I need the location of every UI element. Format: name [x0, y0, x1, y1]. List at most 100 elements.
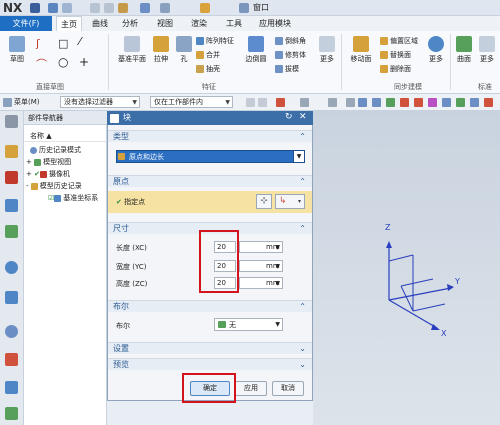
- snap-icon[interactable]: [428, 98, 437, 107]
- rectangle-icon[interactable]: □: [58, 37, 68, 50]
- file-menu[interactable]: 文件(F): [0, 16, 52, 31]
- nav-item-history-mode[interactable]: 历史记录模式: [30, 145, 81, 155]
- tab-render[interactable]: 渲染: [186, 16, 212, 31]
- tab-view[interactable]: 视图: [152, 16, 178, 31]
- offset-region-button[interactable]: 偏置区域: [380, 36, 418, 46]
- section-type[interactable]: 类型 ⌃: [108, 130, 312, 142]
- width-unit-select[interactable]: mm ▼: [239, 260, 283, 272]
- tab-app-modules[interactable]: 应用模块: [255, 16, 295, 31]
- redo-icon[interactable]: [62, 3, 72, 13]
- replace-face-button[interactable]: 替换面: [380, 50, 411, 60]
- snap-icon[interactable]: [470, 98, 479, 107]
- snap-icon[interactable]: [386, 98, 395, 107]
- nav-item-datum-csys[interactable]: ☑ 基准坐标系: [48, 193, 98, 203]
- snap-icon[interactable]: [258, 98, 267, 107]
- extrude-button[interactable]: 拉伸: [150, 36, 172, 64]
- point-dialog-button[interactable]: ⊹: [256, 194, 272, 209]
- surface-button[interactable]: 曲面: [454, 36, 474, 64]
- point-icon[interactable]: +: [79, 55, 89, 69]
- scope-select[interactable]: 仅在工作部件内 ▼: [150, 96, 233, 108]
- edge-blend-button[interactable]: 边倒圆: [244, 36, 268, 64]
- save-icon[interactable]: [30, 3, 40, 13]
- chevron-down-icon[interactable]: ▼: [293, 150, 305, 163]
- undo-icon[interactable]: [48, 3, 58, 13]
- menu-button[interactable]: 菜单(M): [14, 97, 40, 107]
- nav-item-model-views[interactable]: + 模型视图: [26, 157, 71, 167]
- graphics-window[interactable]: Z Y X: [313, 111, 500, 425]
- window-icon[interactable]: [239, 3, 249, 13]
- cut-icon[interactable]: [90, 3, 100, 13]
- snap-icon[interactable]: [300, 98, 309, 107]
- more-features-button[interactable]: 更多: [316, 36, 338, 64]
- sketch-button[interactable]: 草图: [4, 36, 30, 64]
- unite-button[interactable]: 合并: [196, 50, 220, 60]
- system-materials-icon[interactable]: [5, 407, 18, 420]
- tab-analysis[interactable]: 分析: [117, 16, 143, 31]
- height-unit-select[interactable]: mm ▼: [239, 277, 283, 289]
- selection-intent-icon[interactable]: [276, 98, 285, 107]
- snap-icon[interactable]: [484, 98, 493, 107]
- section-preview[interactable]: 预览 ⌄: [108, 358, 312, 370]
- cancel-button[interactable]: 取消: [272, 381, 304, 396]
- repeat-command-icon[interactable]: [200, 3, 210, 13]
- constraint-navigator-icon[interactable]: [5, 199, 18, 212]
- nav-item-cameras[interactable]: + ✔ 摄像机: [26, 169, 70, 179]
- surface-icon: [456, 36, 472, 52]
- window-menu[interactable]: 窗口: [253, 2, 269, 13]
- section-settings[interactable]: 设置 ⌄: [108, 342, 312, 354]
- snap-icon[interactable]: [456, 98, 465, 107]
- arc-icon[interactable]: ⌒: [36, 56, 47, 72]
- type-filter-select[interactable]: 没有选择过滤器 ▼: [60, 96, 140, 108]
- assembly-navigator-icon[interactable]: [5, 171, 18, 184]
- snap-icon[interactable]: [358, 98, 367, 107]
- clock-icon[interactable]: [5, 325, 18, 338]
- part-navigator-icon[interactable]: [5, 145, 18, 158]
- trim-body-button[interactable]: 修剪体: [275, 50, 306, 60]
- more-surface-button[interactable]: 更多: [476, 36, 498, 64]
- more-sync-button[interactable]: 更多: [425, 36, 447, 64]
- apply-button[interactable]: 应用: [235, 381, 267, 396]
- snap-icon[interactable]: [246, 98, 255, 107]
- snap-icon[interactable]: [372, 98, 381, 107]
- line-icon[interactable]: ⁄: [79, 35, 81, 48]
- datum-plane-button[interactable]: 基准平面: [116, 36, 148, 64]
- profile-icon[interactable]: ʃ: [36, 37, 40, 50]
- sketch-label: 草图: [10, 55, 24, 63]
- close-icon[interactable]: ✕: [299, 112, 307, 122]
- command-finder-icon[interactable]: [140, 3, 150, 13]
- chamfer-button[interactable]: 倒斜角: [275, 36, 306, 46]
- hole-button[interactable]: 孔: [174, 36, 194, 64]
- history-icon[interactable]: [5, 291, 18, 304]
- section-origin[interactable]: 原点 ⌃: [108, 175, 312, 187]
- length-unit-select[interactable]: mm ▼: [239, 241, 283, 253]
- snap-icon[interactable]: [328, 98, 337, 107]
- tab-tools[interactable]: 工具: [221, 16, 247, 31]
- snap-icon[interactable]: [400, 98, 409, 107]
- circle-icon[interactable]: ○: [58, 55, 68, 69]
- inferred-point-select[interactable]: ↳ ▾: [275, 194, 305, 209]
- copy-icon[interactable]: [104, 3, 114, 13]
- navigator-column-name[interactable]: 名称 ▲: [24, 131, 107, 142]
- snap-icon[interactable]: [442, 98, 451, 107]
- web-browser-icon[interactable]: [5, 261, 18, 274]
- reuse-library-icon[interactable]: [5, 225, 18, 238]
- chevron-up-icon: ⌃: [299, 132, 306, 141]
- roles-icon[interactable]: [5, 381, 18, 394]
- paste-icon[interactable]: [118, 3, 128, 13]
- tab-home[interactable]: 主页: [56, 16, 82, 31]
- type-select[interactable]: 原点和边长: [116, 150, 305, 163]
- move-face-button[interactable]: 移动面: [348, 36, 374, 64]
- shell-button[interactable]: 抽壳: [196, 64, 220, 74]
- nav-item-model-history[interactable]: - 模型历史记录: [26, 181, 82, 191]
- draft-button[interactable]: 拔模: [275, 64, 299, 74]
- array-feature-button[interactable]: 阵列特征: [196, 36, 234, 46]
- gear-icon[interactable]: [5, 115, 18, 128]
- palette-icon[interactable]: [5, 353, 18, 366]
- reset-icon[interactable]: ↻: [285, 112, 293, 122]
- tab-curve[interactable]: 曲线: [87, 16, 113, 31]
- snap-icon[interactable]: [346, 98, 355, 107]
- touch-mode-icon[interactable]: [160, 3, 170, 13]
- section-boolean[interactable]: 布尔 ⌃: [108, 300, 312, 312]
- snap-icon[interactable]: [414, 98, 423, 107]
- delete-face-button[interactable]: 删除面: [380, 64, 411, 74]
